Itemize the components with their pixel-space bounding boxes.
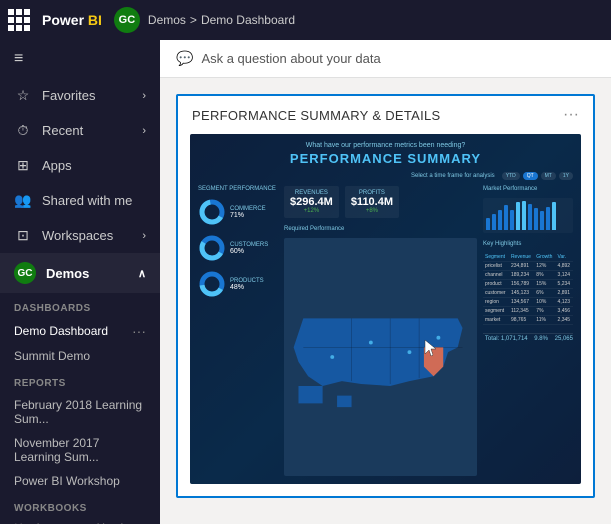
perf-subtitle: What have our performance metrics been n…: [198, 142, 573, 149]
hamburger-button[interactable]: ≡: [0, 40, 160, 78]
table-row: region134,56710%4,123: [483, 298, 573, 307]
key-highlights-label: Key Highlights: [483, 241, 573, 247]
card-header: PERFORMANCE SUMMARY & DETAILS ···: [178, 96, 593, 134]
sidebar-sub-item-report-3[interactable]: Power BI Workshop: [0, 469, 160, 493]
perf-title: PERFORMANCE SUMMARY: [198, 151, 573, 166]
star-icon: ☆: [14, 87, 32, 104]
more-icon[interactable]: ···: [132, 323, 146, 339]
filter-label: Select a time frame for analysis: [411, 173, 495, 179]
apps-icon: ⊞: [14, 157, 32, 174]
table-row: market98,76511%2,345: [483, 316, 573, 325]
total-row: Total: 1,071,714 9.8% 25,065: [483, 333, 573, 342]
sidebar-sub-item-summit-demo[interactable]: Summit Demo: [0, 344, 160, 368]
filter-1y[interactable]: 1Y: [559, 172, 573, 180]
breadcrumb: Demos > Demo Dashboard: [148, 13, 295, 27]
table-row: pricelist234,89112%4,892: [483, 262, 573, 271]
customers-value: 60%: [230, 248, 268, 255]
products-donut-chart: [198, 270, 226, 298]
card-menu-button[interactable]: ···: [563, 106, 579, 124]
dashboards-section: DASHBOARDS: [0, 293, 160, 318]
sidebar-item-recent[interactable]: ⏱ Recent ›: [0, 113, 160, 148]
perf-center-panel: REVENUES $296.4M +12% PROFITS $110.4M +8…: [284, 186, 477, 476]
table-row: segment112,3457%3,456: [483, 307, 573, 316]
workbooks-section: WORKBOOKS: [0, 493, 160, 518]
table-row: customer145,1236%2,891: [483, 289, 573, 298]
app-logo: Power BI: [42, 12, 102, 28]
sidebar-sub-item-report-1[interactable]: February 2018 Learning Sum...: [0, 393, 160, 431]
products-label: PRODUCTS: [230, 278, 264, 284]
market-performance-label: Market Performance: [483, 186, 573, 192]
sidebar-item-shared[interactable]: 👥 Shared with me: [0, 183, 160, 218]
card-title: PERFORMANCE SUMMARY & DETAILS: [192, 108, 441, 123]
chevron-icon: ›: [142, 90, 146, 102]
main-content: 💬 Ask a question about your data PERFORM…: [160, 40, 611, 524]
demos-chevron-icon: ∧: [138, 267, 146, 280]
qa-bar[interactable]: 💬 Ask a question about your data: [160, 40, 611, 78]
profits-metric: PROFITS $110.4M +8%: [345, 186, 399, 218]
commerce-value: 71%: [230, 212, 266, 219]
required-performance-label: Required Performance: [284, 226, 477, 232]
grid-icon[interactable]: [8, 9, 30, 31]
filter-qt[interactable]: QT: [523, 172, 538, 180]
content-area: PERFORMANCE SUMMARY & DETAILS ··· What h…: [160, 78, 611, 524]
reports-section: REPORTS: [0, 368, 160, 393]
commerce-donut-chart: [198, 198, 226, 226]
commerce-label: COMMERCE: [230, 206, 266, 212]
chevron-icon: ›: [142, 230, 146, 242]
bar-chart: [483, 198, 573, 233]
products-value: 48%: [230, 284, 264, 291]
table-row: product156,78915%5,234: [483, 280, 573, 289]
table-row: channel189,2348%3,124: [483, 271, 573, 280]
sidebar-item-workspaces[interactable]: ⊡ Workspaces ›: [0, 218, 160, 253]
segment-label: Segment Performance: [198, 186, 278, 192]
no-workbooks-label: You have no workbooks: [0, 518, 160, 524]
workspaces-icon: ⊡: [14, 227, 32, 244]
dashboard-card: PERFORMANCE SUMMARY & DETAILS ··· What h…: [176, 94, 595, 498]
filter-mt[interactable]: MT: [541, 172, 556, 180]
perf-left-panel: Segment Performance COMMERCE: [198, 186, 278, 476]
performance-viz: What have our performance metrics been n…: [190, 134, 581, 484]
us-map: [284, 238, 477, 476]
topbar: Power BI GC Demos > Demo Dashboard: [0, 0, 611, 40]
map-svg: [284, 238, 477, 476]
revenues-metric: REVENUES $296.4M +12%: [284, 186, 339, 218]
filter-ytd[interactable]: YTD: [502, 172, 520, 180]
chat-icon: 💬: [176, 50, 193, 67]
demos-section-header[interactable]: GC Demos ∧: [0, 253, 160, 293]
perf-title-row: What have our performance metrics been n…: [198, 142, 573, 166]
sidebar-item-apps[interactable]: ⊞ Apps: [0, 148, 160, 183]
customers-label: CUSTOMERS: [230, 242, 268, 248]
chevron-icon: ›: [142, 125, 146, 137]
shared-icon: 👥: [14, 192, 32, 209]
avatar[interactable]: GC: [114, 7, 140, 33]
sidebar-sub-item-demo-dashboard[interactable]: Demo Dashboard ···: [0, 318, 160, 344]
customers-donut-chart: [198, 234, 226, 262]
sidebar: ≡ ☆ Favorites › ⏱ Recent › ⊞ Apps 👥 Shar…: [0, 40, 160, 524]
highlights-table: SegmentRevenueGrowthVar. pricelist234,89…: [483, 253, 573, 325]
sidebar-sub-item-report-2[interactable]: November 2017 Learning Sum...: [0, 431, 160, 469]
perf-right-panel: Market Performance: [483, 186, 573, 476]
sidebar-item-favorites[interactable]: ☆ Favorites ›: [0, 78, 160, 113]
demos-avatar: GC: [14, 262, 36, 284]
clock-icon: ⏱: [14, 122, 32, 139]
